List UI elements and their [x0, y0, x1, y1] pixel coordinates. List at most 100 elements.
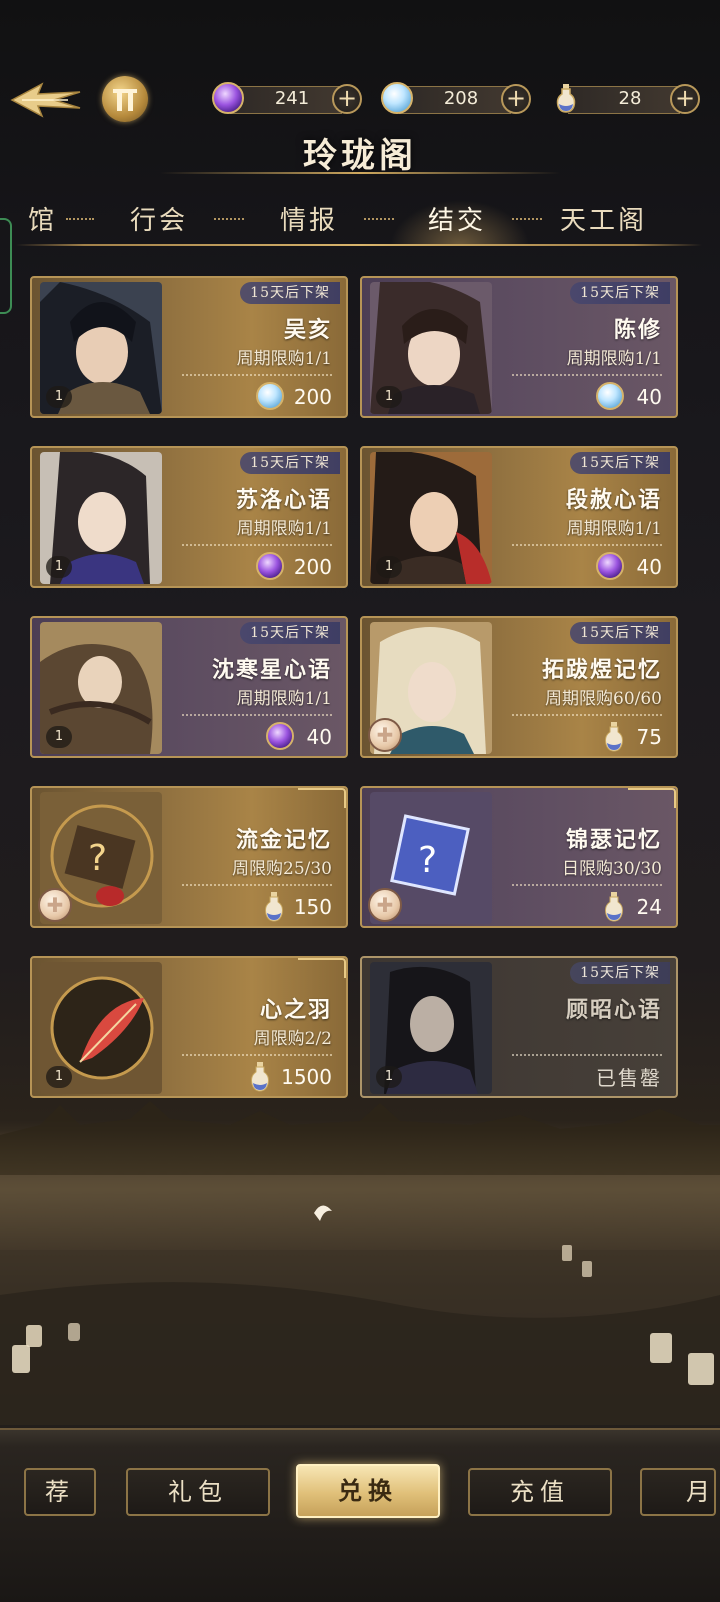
tab-workshop[interactable]: 天工阁	[560, 200, 647, 237]
item-name: 心之羽	[259, 997, 332, 1023]
bottle-counter: 28 +	[550, 84, 700, 114]
dotted-divider	[182, 544, 332, 546]
delist-timer: 15天后下架	[570, 452, 670, 474]
item-quantity: 1	[46, 726, 72, 748]
item-quantity: 1	[376, 1066, 402, 1088]
item-price: 75	[636, 725, 662, 749]
dotted-divider	[182, 714, 332, 716]
card-corner-ornament	[628, 788, 676, 808]
item-quantity: 1	[376, 556, 402, 578]
bottle-value: 28	[618, 88, 642, 109]
tab-separator	[66, 218, 94, 222]
tab-guan[interactable]: 馆	[28, 200, 57, 237]
item-quantity: 1	[46, 386, 72, 408]
page-title: 玲珑阁	[303, 136, 417, 176]
delist-timer: 15天后下架	[570, 282, 670, 304]
item-quantity: 1	[376, 386, 402, 408]
item-price: 40	[636, 555, 662, 579]
dotted-divider	[512, 884, 662, 886]
title-divider	[160, 172, 560, 174]
item-name: 吴亥	[283, 317, 332, 343]
blue-gem-icon	[596, 382, 624, 410]
item-quantity: 1	[46, 556, 72, 578]
shop-item-card[interactable]: 1 15天后下架 沈寒星心语 周期限购1/1 40	[30, 616, 348, 758]
palace-scenery	[0, 1095, 720, 1425]
back-arrow-icon[interactable]	[8, 78, 84, 122]
sold-out-label: 已售罄	[596, 1066, 662, 1090]
purchase-limit: 周期限购1/1	[236, 349, 332, 369]
delist-timer: 15天后下架	[570, 962, 670, 984]
delist-timer: 15天后下架	[570, 622, 670, 644]
nav-recharge[interactable]: 充值	[468, 1468, 612, 1516]
bottle-icon	[250, 1062, 270, 1092]
card-corner-ornament	[298, 958, 346, 978]
shop-item-card[interactable]: 15天后下架 拓跋煜记忆 周期限购60/60 75	[360, 616, 678, 758]
puzzle-piece-icon	[38, 888, 72, 922]
tab-friendship[interactable]: 结交	[428, 200, 486, 237]
item-name: 顾昭心语	[565, 997, 662, 1023]
purchase-limit: 周限购25/30	[232, 859, 332, 879]
item-price: 200	[293, 385, 332, 409]
item-price: 40	[306, 725, 332, 749]
puzzle-piece-icon	[368, 888, 402, 922]
puzzle-piece-icon	[368, 718, 402, 752]
nav-gift-pack[interactable]: 礼包	[126, 1468, 270, 1516]
bottle-icon	[550, 82, 582, 114]
shop-item-card-sold-out: 1 15天后下架 顾昭心语 已售罄	[360, 956, 678, 1098]
shop-item-card[interactable]: 1 15天后下架 苏洛心语 周期限购1/1 200	[30, 446, 348, 588]
add-blue-gem-button[interactable]: +	[501, 84, 531, 114]
tab-guild[interactable]: 行会	[130, 200, 188, 237]
item-name: 陈修	[613, 317, 662, 343]
svg-text:?: ?	[88, 838, 107, 879]
item-price: 40	[636, 385, 662, 409]
item-name: 锦瑟记忆	[565, 827, 662, 853]
nav-exchange[interactable]: 兑换	[296, 1464, 440, 1518]
category-tabs: 馆 行会 情报 结交 天工阁	[0, 200, 720, 248]
dotted-divider	[182, 884, 332, 886]
dotted-divider	[512, 714, 662, 716]
purchase-limit: 周期限购1/1	[236, 519, 332, 539]
shop-item-card[interactable]: 1 15天后下架 陈修 周期限购1/1 40	[360, 276, 678, 418]
tab-separator	[364, 218, 394, 222]
item-price: 150	[293, 895, 332, 919]
shop-item-card[interactable]: 1 心之羽 周限购2/2 1500	[30, 956, 348, 1098]
purple-gem-icon	[256, 552, 284, 580]
blue-gem-value: 208	[443, 88, 479, 109]
bottle-icon	[264, 892, 284, 922]
add-purple-gem-button[interactable]: +	[332, 84, 362, 114]
bottle-icon	[604, 722, 624, 752]
top-bar: 241 + 208 + 28 +	[0, 70, 720, 130]
item-price: 24	[636, 895, 662, 919]
item-quantity: 1	[46, 1066, 72, 1088]
purple-gem-icon	[266, 722, 294, 750]
dotted-divider	[512, 544, 662, 546]
nav-monthly[interactable]: 月	[640, 1468, 716, 1516]
dotted-divider	[512, 374, 662, 376]
purchase-limit: 周期限购1/1	[236, 689, 332, 709]
purchase-limit: 周期限购1/1	[566, 519, 662, 539]
blue-gem-icon	[381, 82, 413, 114]
item-name: 拓跋煜记忆	[541, 657, 662, 683]
item-price: 200	[293, 555, 332, 579]
shop-item-card[interactable]: ? 流金记忆 周限购25/30 150	[30, 786, 348, 928]
delist-timer: 15天后下架	[240, 282, 340, 304]
item-name: 沈寒星心语	[211, 657, 332, 683]
purchase-limit: 周期限购60/60	[545, 689, 662, 709]
tab-intel[interactable]: 情报	[280, 200, 338, 237]
delist-timer: 15天后下架	[240, 452, 340, 474]
shop-item-card[interactable]: 1 15天后下架 吴亥 周期限购1/1 200	[30, 276, 348, 418]
home-icon[interactable]	[102, 76, 148, 122]
add-bottle-button[interactable]: +	[670, 84, 700, 114]
delist-timer: 15天后下架	[240, 622, 340, 644]
dotted-divider	[512, 1054, 662, 1056]
shop-item-card[interactable]: 1 15天后下架 段赦心语 周期限购1/1 40	[360, 446, 678, 588]
nav-recommend[interactable]: 荐	[24, 1468, 96, 1516]
tabs-divider	[16, 244, 702, 246]
shop-item-card[interactable]: ? 锦瑟记忆 日限购30/30 24	[360, 786, 678, 928]
purple-gem-value: 241	[274, 88, 310, 109]
purple-gem-icon	[212, 82, 244, 114]
svg-text:?: ?	[418, 840, 437, 881]
tab-separator	[512, 218, 542, 222]
dotted-divider	[182, 374, 332, 376]
purple-gem-icon	[596, 552, 624, 580]
